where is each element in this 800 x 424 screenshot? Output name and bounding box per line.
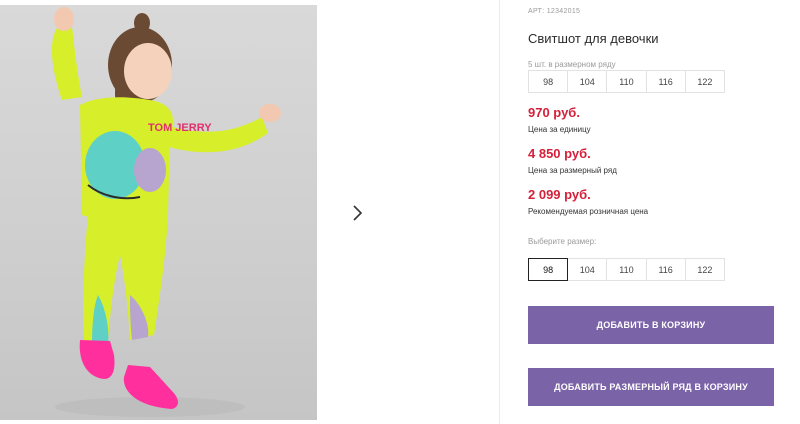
retail-price-label: Рекомендуемая розничная цена [528,207,649,216]
size-option[interactable]: 116 [645,258,686,281]
size-row-cell: 122 [684,70,725,93]
choose-size-caption: Выберите размер: [528,237,597,246]
product-sku: АРТ: 12342015 [528,8,581,15]
size-row-cell: 110 [606,70,647,93]
size-option[interactable]: 104 [567,258,608,281]
size-picker: 98 104 110 116 122 [528,258,725,281]
add-size-row-to-cart-button[interactable]: ДОБАВИТЬ РАЗМЕРНЫЙ РЯД В КОРЗИНУ [528,368,774,406]
size-row-caption: 5 шт. в размерном ряду [528,60,616,69]
product-gallery: TOM JERRY [0,0,500,424]
size-option[interactable]: 110 [606,258,647,281]
row-price: 4 850 руб. [528,146,591,161]
add-to-cart-button[interactable]: ДОБАВИТЬ В КОРЗИНУ [528,306,774,344]
size-option-selected[interactable]: 98 [528,258,569,281]
chevron-right-icon [353,205,363,221]
size-row-cell: 104 [567,70,608,93]
size-row-cell: 116 [645,70,686,93]
product-title: Свитшот для девочки [528,31,659,46]
size-option[interactable]: 122 [684,258,725,281]
size-row-cell: 98 [528,70,569,93]
unit-price-label: Цена за единицу [528,125,591,134]
unit-price: 970 руб. [528,105,580,120]
gallery-next-button[interactable] [339,194,377,232]
product-photo[interactable]: TOM JERRY [0,5,317,420]
product-photo-illustration: TOM JERRY [51,7,281,417]
size-row-grid: 98 104 110 116 122 [528,70,725,93]
row-price-label: Цена за размерный ряд [528,166,617,175]
photo-print-text: TOM JERRY [148,122,212,134]
retail-price: 2 099 руб. [528,187,591,202]
